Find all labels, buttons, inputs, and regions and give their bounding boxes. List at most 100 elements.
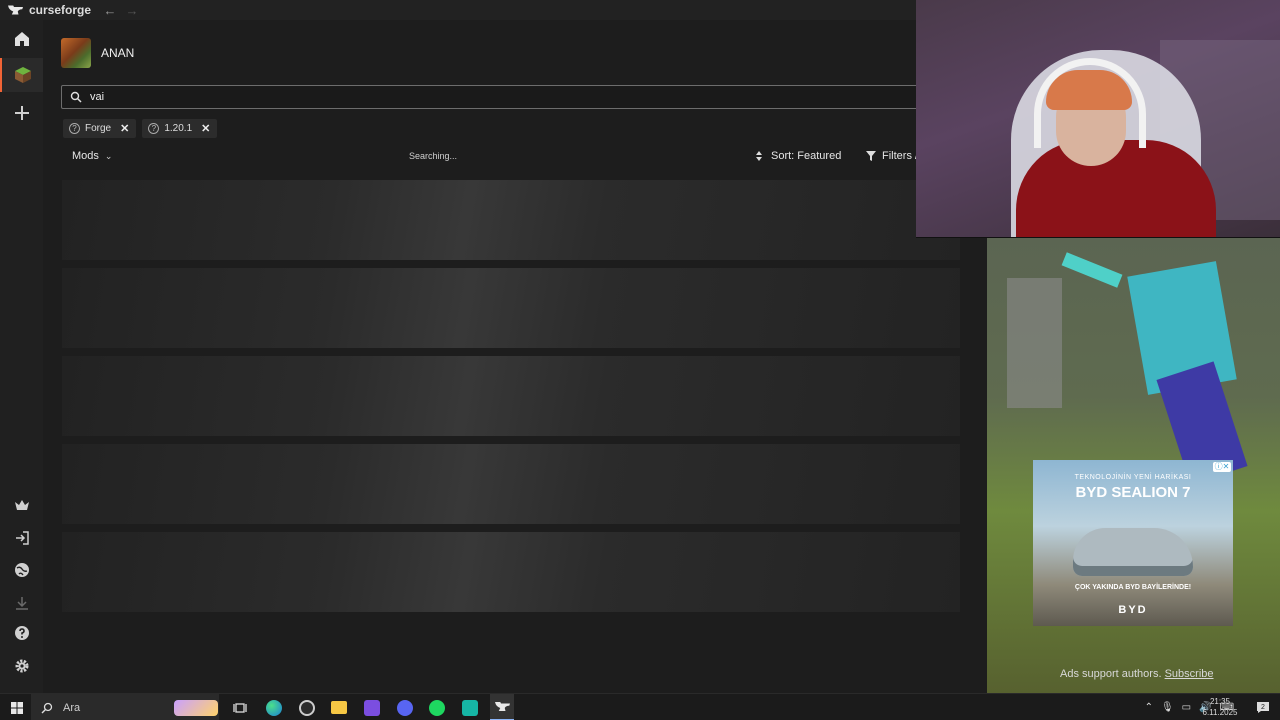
filter-chip-loader: ? Forge ✕: [63, 119, 137, 138]
taskbar-search-label: Ara: [63, 701, 81, 714]
task-view-icon: [233, 702, 247, 713]
curseforge-app[interactable]: [490, 694, 514, 720]
ad-car-image: [1073, 528, 1193, 576]
microphone-icon[interactable]: 🎙: [1161, 702, 1174, 713]
chevron-up-icon[interactable]: ⌃: [1145, 702, 1153, 713]
search-box[interactable]: [61, 85, 921, 109]
taskbar-search[interactable]: Ara: [31, 694, 219, 720]
search-status: Searching...: [409, 151, 458, 161]
filter-chip-label: Forge: [85, 123, 112, 134]
search-highlight-icon: [174, 699, 219, 716]
sort-label: Sort: Featured: [771, 150, 842, 162]
info-icon: ?: [148, 123, 160, 134]
advertisement[interactable]: ⓘ✕ TEKNOLOJİNİN YENİ HARİKASI BYD SEALIO…: [1033, 460, 1233, 626]
add-game-button[interactable]: [0, 96, 43, 130]
chevron-down-icon: ⌄: [104, 150, 113, 161]
forward-arrow-icon[interactable]: →: [125, 3, 139, 18]
task-view-button[interactable]: [228, 694, 252, 720]
artwork-sword: [1061, 252, 1123, 288]
clapper-icon: [364, 699, 380, 716]
category-dropdown[interactable]: Mods ⌄: [72, 150, 112, 162]
svg-text:2: 2: [1261, 704, 1265, 711]
loading-placeholder-row: [62, 444, 960, 524]
sidebar: [0, 20, 43, 693]
remove-filter-icon[interactable]: ✕: [120, 122, 129, 135]
edge-app[interactable]: [262, 694, 286, 720]
search-input[interactable]: [90, 91, 870, 103]
search-icon: [41, 702, 53, 713]
profile-name: ANAN: [101, 46, 135, 60]
filter-chip-label: 1.20.1: [164, 123, 193, 134]
results-toolbar: Mods ⌄ Searching... Sort: Featured Filte…: [61, 147, 921, 167]
clock[interactable]: 21:35 6.11.2025: [1200, 696, 1240, 718]
profile-avatar: [61, 38, 91, 68]
settings-button[interactable]: [0, 649, 43, 683]
subscribe-link[interactable]: Subscribe: [1165, 668, 1214, 680]
ad-top-line: TEKNOLOJİNİN YENİ HARİKASI: [1074, 474, 1192, 481]
filters-button[interactable]: Filters /: [866, 150, 918, 162]
clock-time: 21:35: [1209, 697, 1231, 706]
loading-placeholder-row: [62, 180, 960, 260]
search-icon: [70, 91, 82, 103]
file-explorer-app[interactable]: [327, 694, 351, 720]
loading-placeholder-row: [62, 268, 960, 348]
loading-placeholder-row: [62, 532, 960, 612]
network-icon[interactable]: ▭: [1182, 702, 1191, 713]
profile-header[interactable]: ANAN: [61, 38, 134, 68]
sort-dropdown[interactable]: Sort: Featured: [755, 150, 841, 162]
spotify-app[interactable]: [425, 694, 449, 720]
ad-close-icon[interactable]: ⓘ✕: [1213, 462, 1231, 472]
ad-title: BYD SEALION 7: [1075, 484, 1191, 501]
login-icon: [15, 531, 29, 545]
back-arrow-icon[interactable]: ←: [103, 3, 117, 18]
ad-tagline: ÇOK YAKINDA BYD BAYİLERİNDE!: [1074, 584, 1192, 591]
ads-support-note: Ads support authors. Subscribe: [1060, 668, 1214, 680]
windows-icon: [11, 701, 23, 714]
help-button[interactable]: [0, 616, 43, 650]
start-button[interactable]: [8, 694, 26, 720]
info-icon: ?: [69, 123, 80, 134]
clock-date: 6.11.2025: [1202, 708, 1238, 717]
help-icon: [14, 626, 29, 640]
obs-app[interactable]: [295, 694, 319, 720]
curseforge-icon: [8, 5, 23, 15]
sort-icon: [756, 151, 762, 161]
home-icon: [14, 32, 29, 46]
login-button[interactable]: [0, 521, 43, 555]
gear-icon: [15, 659, 28, 673]
artwork-skeleton: [1007, 278, 1062, 408]
crown-icon: [14, 500, 29, 510]
loading-placeholder-row: [62, 356, 960, 436]
chat-icon: [462, 699, 478, 716]
discord-icon: [397, 699, 413, 716]
notification-icon[interactable]: 2: [1256, 700, 1270, 714]
taskbar: Ara ⌃ 🎙 ▭ 🔊 ⌨ 21:35 6.11.2025 2: [0, 693, 1280, 720]
obs-icon: [299, 699, 315, 716]
category-label: Mods: [72, 150, 99, 162]
spotify-icon: [429, 699, 445, 716]
chat-app[interactable]: [458, 694, 482, 720]
edge-icon: [266, 699, 282, 716]
webcam-overlay: [916, 0, 1280, 238]
ads-support-text: Ads support authors.: [1060, 668, 1162, 680]
minecraft-game-button[interactable]: [0, 58, 43, 92]
folder-icon: [331, 701, 347, 714]
download-icon: [15, 597, 28, 610]
ad-brand-logo: BYD: [1118, 604, 1148, 616]
remove-filter-icon[interactable]: ✕: [201, 122, 210, 135]
filter-chip-version: ? 1.20.1 ✕: [142, 119, 218, 138]
app-title: curseforge: [29, 3, 92, 17]
app-logo: curseforge: [8, 3, 91, 17]
screen: curseforge ← → ANAN vai ? Forge ✕ ? 1.20…: [0, 0, 1280, 720]
main-panel: ANAN ? Forge ✕ ? 1.20.1 ✕ Mods ⌄ Searchi…: [43, 20, 987, 693]
downloads-button[interactable]: [0, 586, 43, 620]
premium-button[interactable]: [0, 488, 43, 522]
video-editor-app[interactable]: [360, 694, 384, 720]
minecraft-block-icon: [14, 67, 31, 83]
curseforge-icon: [494, 702, 510, 711]
website-button[interactable]: [0, 553, 43, 587]
home-button[interactable]: [0, 22, 43, 56]
filter-icon: [866, 151, 876, 161]
globe-icon: [14, 563, 29, 577]
discord-app[interactable]: [393, 694, 417, 720]
